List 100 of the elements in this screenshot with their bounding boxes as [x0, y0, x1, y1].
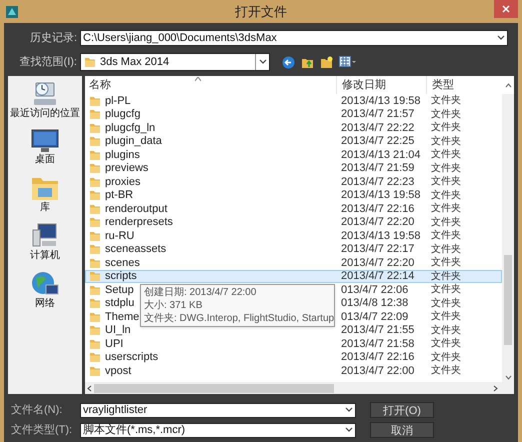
view-menu-icon[interactable]	[339, 56, 357, 68]
file-type-dropdown[interactable]: 脚本文件(*.ms,*.mcr)	[80, 422, 356, 438]
type-cell-text: 文件夹	[430, 202, 461, 216]
folder-icon	[89, 122, 101, 134]
file-name: plugins	[105, 148, 140, 162]
file-name: sceneassets	[105, 242, 166, 257]
type-cell-text: 文件夹	[430, 270, 461, 284]
column-header[interactable]: 修改日期	[336, 76, 426, 94]
file-name: scenes	[105, 256, 140, 270]
scroll-down-icon[interactable]	[504, 375, 512, 380]
file-name: renderoutput	[105, 202, 168, 216]
date-cell-text: 2013/4/7 21:59	[340, 161, 416, 176]
folder-icon	[89, 364, 101, 377]
type-cell-text: 文件夹	[430, 216, 461, 230]
folder-icon	[89, 108, 101, 120]
date-cell-text: 013/4/7 22:09	[340, 310, 410, 324]
date-cell-text: 2013/4/7 22:25	[340, 134, 416, 149]
scroll-left-icon[interactable]	[87, 384, 92, 392]
file-name: pt-BR	[105, 188, 134, 203]
folder-icon	[89, 230, 101, 242]
history-dropdown[interactable]: C:\Users\jiang_000\Documents\3dsMax	[80, 30, 508, 46]
selected-row[interactable]: scripts 2013/4/7 22:14 文件夹	[85, 270, 502, 283]
type-cell-text: 文件夹	[430, 94, 461, 108]
date-cell-text: 013/4/8 12:38	[340, 296, 410, 311]
type-cell-text: 文件夹	[430, 148, 461, 162]
close-icon	[502, 5, 510, 13]
type-cell-text: 文件夹	[430, 256, 461, 270]
file-name: UI_ln	[105, 323, 131, 338]
scrollbar-thumb[interactable]	[94, 384, 334, 392]
close-button[interactable]	[494, 0, 518, 18]
file-name: scripts	[105, 269, 137, 284]
type-cell-text: 文件夹	[430, 174, 461, 190]
date-cell-text: 2013/4/7 22:00	[340, 364, 416, 378]
app-icon	[5, 4, 19, 18]
folder-icon	[89, 135, 101, 148]
new-folder-icon[interactable]	[320, 56, 333, 68]
file-name: pl-PL	[105, 94, 131, 108]
folder-icon	[89, 162, 101, 174]
date-cell-text: 2013/4/7 21:58	[340, 336, 416, 352]
folder-icon	[89, 243, 101, 256]
date-cell-text: 2013/4/7 22:22	[340, 120, 416, 136]
folder-icon	[89, 94, 101, 107]
scrollbar-thumb[interactable]	[504, 255, 512, 345]
look-in-label: 查找范围(I):	[18, 54, 78, 70]
cancel-button[interactable]: 取消	[370, 422, 434, 438]
date-cell-text: 2013/4/7 22:16	[340, 350, 416, 365]
folder-icon	[89, 189, 101, 202]
file-name: Setup	[105, 282, 134, 298]
scroll-up-icon[interactable]	[504, 82, 512, 88]
folder-icon	[84, 56, 96, 68]
back-icon[interactable]	[282, 56, 295, 68]
file-name: renderpresets	[105, 215, 173, 230]
places-item[interactable]: 计算机	[8, 222, 82, 262]
file-name-field[interactable]: vraylightlister	[80, 402, 356, 418]
places-item[interactable]: 网络	[8, 270, 82, 310]
folder-icon	[89, 338, 101, 350]
type-cell-text: 文件夹	[430, 324, 461, 338]
sort-caret-icon	[195, 77, 201, 81]
horizontal-scrollbar[interactable]	[85, 382, 514, 394]
file-name: plugcfg_ln	[105, 120, 156, 136]
file-name: ru-RU	[105, 228, 134, 244]
date-cell-text: 2013/4/7 22:14	[340, 269, 416, 284]
places-item[interactable]: 桌面	[8, 128, 82, 166]
date-cell-text: 2013/4/7 22:20	[340, 256, 416, 270]
type-cell-text: 文件夹	[430, 296, 461, 310]
type-cell-text: 文件夹	[430, 134, 461, 148]
file-name: plugcfg	[105, 107, 140, 122]
open-button[interactable]: 打开(O)	[370, 402, 434, 418]
date-cell-text: 2013/4/13 19:58	[340, 228, 422, 244]
type-cell-text: 文件夹	[430, 336, 461, 352]
file-type-label: 文件类型(T):	[10, 422, 74, 438]
tooltip-text: 创建日期: 2013/4/7 22:00	[144, 286, 258, 299]
vertical-scrollbar[interactable]	[502, 94, 514, 382]
folder-icon	[89, 216, 101, 228]
folder-icon	[89, 202, 101, 215]
file-name: userscripts	[105, 350, 158, 365]
window-title: 打开文件	[234, 2, 288, 21]
file-name: stdplu	[105, 296, 134, 311]
type-cell-text: 文件夹	[430, 310, 461, 324]
folder-icon	[89, 256, 101, 269]
places-item[interactable]: 库	[8, 174, 82, 214]
type-cell-text: 文件夹	[430, 350, 461, 364]
tooltip-text: 大小: 371 KB	[144, 299, 204, 312]
folder-icon	[89, 324, 101, 336]
scroll-right-icon[interactable]	[493, 384, 498, 392]
places-item[interactable]: 最近访问的位置	[8, 80, 82, 120]
column-header[interactable]: 类型	[426, 76, 502, 94]
column-header[interactable]: 名称	[85, 76, 336, 94]
date-cell-text: 2013/4/7 21:57	[340, 107, 416, 122]
type-cell-text: 文件夹	[430, 188, 461, 202]
monitor-icon	[30, 128, 60, 154]
type-cell-text: 文件夹	[430, 242, 461, 256]
type-cell-text: 文件夹	[430, 120, 461, 136]
date-cell-text: 2013/4/13 19:58	[340, 94, 422, 108]
date-cell-text: 2013/4/7 22:17	[340, 242, 416, 257]
file-name: UPI	[105, 336, 124, 352]
file-name: proxies	[105, 174, 140, 190]
file-name: vpost	[105, 364, 132, 378]
look-in-dropdown[interactable]: 3ds Max 2014	[80, 53, 270, 71]
folder-icon	[89, 284, 101, 296]
